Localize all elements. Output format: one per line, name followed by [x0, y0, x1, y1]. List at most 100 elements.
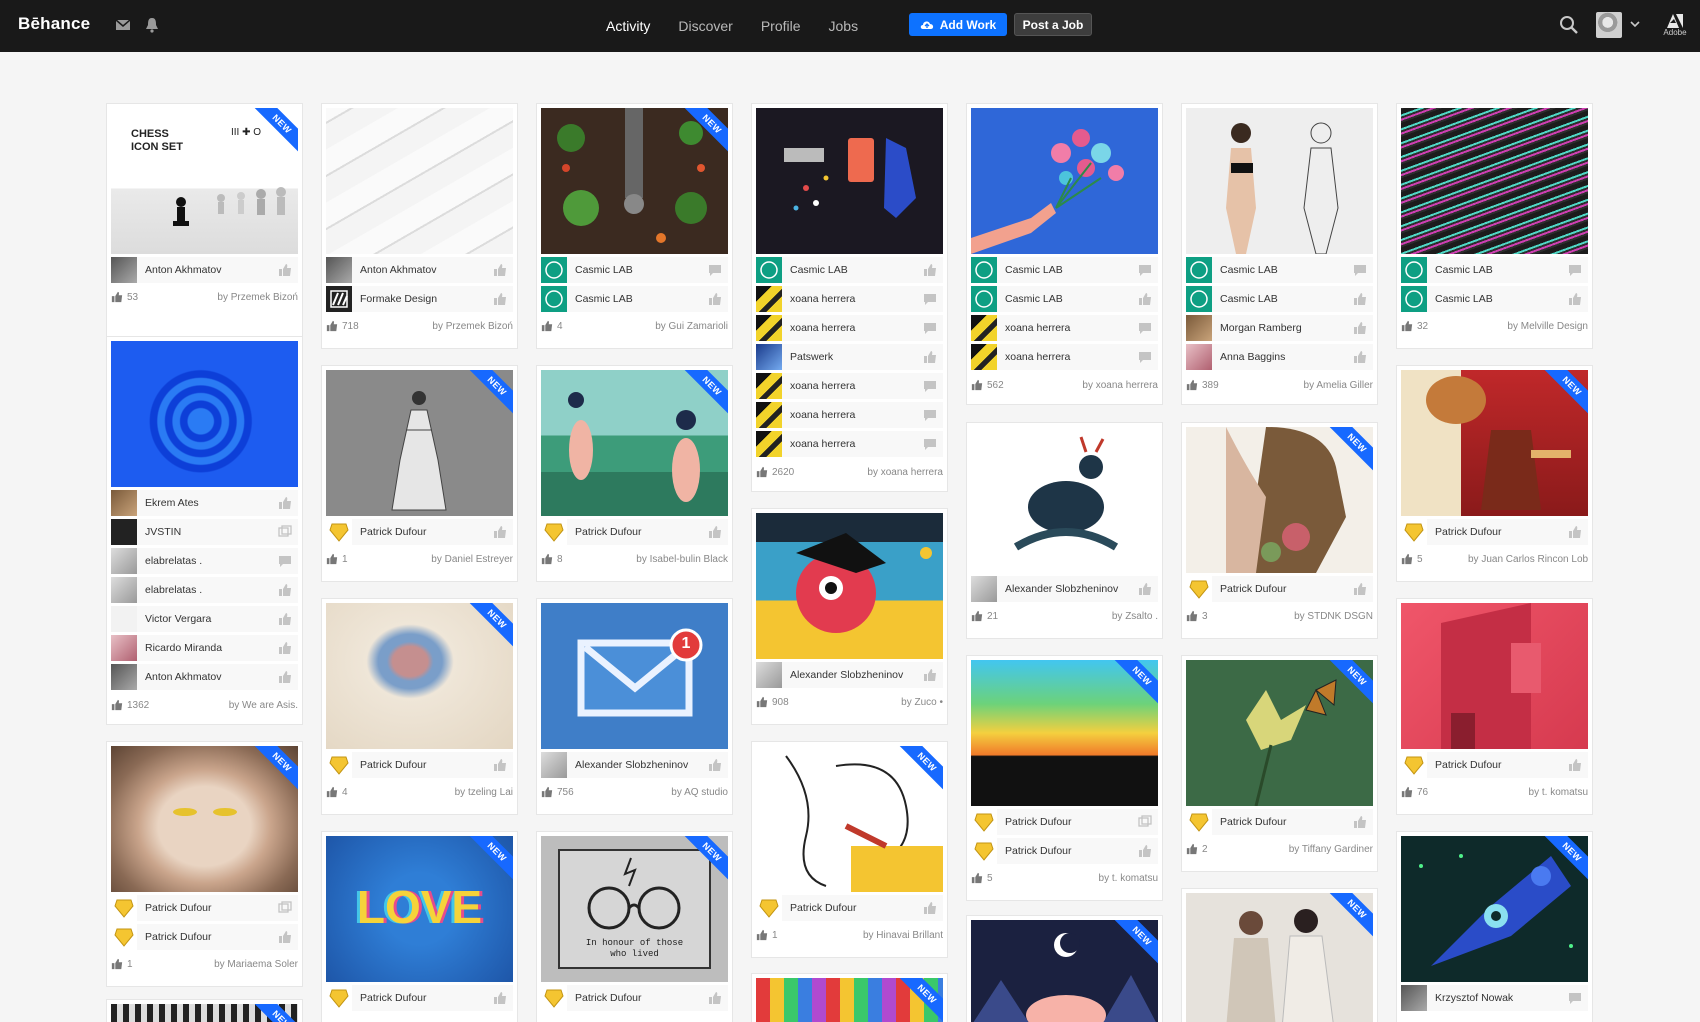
feed-activity-row[interactable]: xoana herrera: [971, 315, 1158, 341]
project-card[interactable]: NEW Krzysztof Nowak: [1397, 832, 1592, 1022]
user-avatar[interactable]: [326, 519, 352, 545]
project-thumbnail[interactable]: [756, 513, 943, 659]
project-owner[interactable]: by Zsalto .: [1112, 611, 1158, 622]
user-name[interactable]: Alexander Slobzheninov: [1005, 583, 1138, 595]
user-avatar[interactable]: [111, 635, 137, 661]
user-avatar[interactable]: [756, 286, 782, 312]
project-card[interactable]: NEW: [107, 1000, 302, 1022]
user-name[interactable]: Patrick Dufour: [575, 992, 708, 1004]
user-avatar[interactable]: [111, 490, 137, 516]
project-thumbnail[interactable]: [971, 108, 1158, 254]
feed-activity-row[interactable]: Patrick Dufour: [541, 985, 728, 1011]
thumbs-up-icon[interactable]: [493, 292, 507, 306]
project-owner[interactable]: by Amelia Giller: [1304, 380, 1373, 391]
user-name[interactable]: xoana herrera: [790, 409, 923, 421]
project-thumbnail[interactable]: NEW: [111, 1004, 298, 1022]
user-name[interactable]: Patrick Dufour: [1435, 759, 1568, 771]
feed-activity-row[interactable]: Victor Vergara: [111, 606, 298, 632]
feed-activity-row[interactable]: Casmic LAB: [541, 257, 728, 283]
project-card[interactable]: NEW Patrick Dufour Patrick Dufour 5 by t.…: [967, 656, 1162, 900]
user-avatar[interactable]: [756, 895, 782, 921]
post-job-button[interactable]: Post a Job: [1014, 13, 1092, 36]
comment-icon[interactable]: [278, 554, 292, 568]
project-card[interactable]: Alexander Slobzheninov 908 by Zuco •: [752, 509, 947, 724]
project-thumbnail[interactable]: In honour of those who lived NEW: [541, 836, 728, 982]
user-name[interactable]: Patrick Dufour: [1220, 816, 1353, 828]
feed-activity-row[interactable]: Morgan Ramberg: [1186, 315, 1373, 341]
project-card[interactable]: NEW Patrick Dufour 8 by Isabel-bulin Blac…: [537, 366, 732, 581]
feed-activity-row[interactable]: Casmic LAB: [756, 257, 943, 283]
project-card[interactable]: NEW Patrick Dufour 1 by Hinavai Brillant: [752, 742, 947, 957]
user-name[interactable]: Patrick Dufour: [145, 902, 278, 914]
feed-activity-row[interactable]: Ricardo Miranda: [111, 635, 298, 661]
project-owner[interactable]: by AQ studio: [671, 787, 728, 798]
user-avatar[interactable]: [111, 895, 137, 921]
user-name[interactable]: Casmic LAB: [1220, 293, 1353, 305]
user-avatar[interactable]: [1186, 257, 1212, 283]
thumbs-up-icon[interactable]: [278, 612, 292, 626]
thumbs-up-icon[interactable]: [1568, 525, 1582, 539]
project-card[interactable]: NEW Patrick Dufour 1 by Daniel Estreyer: [322, 366, 517, 581]
project-owner[interactable]: by t. komatsu: [1529, 787, 1588, 798]
user-name[interactable]: xoana herrera: [790, 380, 923, 392]
user-avatar[interactable]: [326, 286, 352, 312]
user-name[interactable]: Formake Design: [360, 293, 493, 305]
user-name[interactable]: Morgan Ramberg: [1220, 322, 1353, 334]
chevron-down-icon[interactable]: [1628, 17, 1642, 31]
project-thumbnail[interactable]: NEW: [971, 660, 1158, 806]
project-card[interactable]: CHESS ICON SET III ✚ O NEW Anton Akhmato…: [107, 104, 302, 348]
user-avatar[interactable]: [1186, 809, 1212, 835]
project-thumbnail[interactable]: [111, 341, 298, 487]
user-avatar[interactable]: [111, 548, 137, 574]
feed-activity-row[interactable]: elabrelatas .: [111, 548, 298, 574]
user-name[interactable]: Alexander Slobzheninov: [575, 759, 708, 771]
project-thumbnail[interactable]: NEW: [111, 746, 298, 892]
user-avatar[interactable]: [756, 431, 782, 457]
project-owner[interactable]: by Zuco •: [901, 697, 943, 708]
user-avatar[interactable]: [541, 286, 567, 312]
user-avatar[interactable]: [756, 402, 782, 428]
feed-activity-row[interactable]: Patrick Dufour: [971, 809, 1158, 835]
user-name[interactable]: Victor Vergara: [145, 613, 278, 625]
user-name[interactable]: Patrick Dufour: [1435, 526, 1568, 538]
project-card[interactable]: NEW Casmic LAB Casmic LAB 4 by Gui Zamari…: [537, 104, 732, 348]
feed-activity-row[interactable]: Alexander Slobzheninov: [541, 752, 728, 778]
thumbs-up-icon[interactable]: [278, 583, 292, 597]
feed-activity-row[interactable]: Casmic LAB: [1401, 257, 1588, 283]
user-name[interactable]: Krzysztof Nowak: [1435, 992, 1568, 1004]
project-thumbnail[interactable]: NEW: [756, 746, 943, 892]
user-avatar[interactable]: [971, 838, 997, 864]
feed-activity-row[interactable]: xoana herrera: [971, 344, 1158, 370]
thumbs-up-icon[interactable]: [278, 641, 292, 655]
user-name[interactable]: Alexander Slobzheninov: [790, 669, 923, 681]
feed-activity-row[interactable]: Ekrem Ates: [111, 490, 298, 516]
user-name[interactable]: Patrick Dufour: [1220, 583, 1353, 595]
user-avatar[interactable]: [541, 257, 567, 283]
user-name[interactable]: Anna Baggins: [1220, 351, 1353, 363]
feed-activity-row[interactable]: Anna Baggins: [1186, 344, 1373, 370]
user-avatar[interactable]: [1401, 519, 1427, 545]
search-icon[interactable]: [1558, 14, 1580, 36]
thumbs-up-icon[interactable]: [1138, 292, 1152, 306]
project-card[interactable]: NEW Patrick Dufour 2 by Tiffany Gardiner: [1182, 656, 1377, 871]
thumbs-up-icon[interactable]: [493, 991, 507, 1005]
feed-activity-row[interactable]: Patrick Dufour: [326, 519, 513, 545]
project-card[interactable]: NEW: [752, 974, 947, 1022]
thumbs-up-icon[interactable]: [708, 525, 722, 539]
nav-profile[interactable]: Profile: [761, 18, 801, 34]
comment-icon[interactable]: [708, 263, 722, 277]
user-avatar[interactable]: [541, 985, 567, 1011]
user-avatar[interactable]: [111, 577, 137, 603]
project-owner[interactable]: by xoana herrera: [1082, 380, 1158, 391]
user-avatar[interactable]: [1186, 286, 1212, 312]
thumbs-up-icon[interactable]: [1568, 758, 1582, 772]
user-name[interactable]: Patrick Dufour: [360, 992, 493, 1004]
feed-activity-row[interactable]: xoana herrera: [756, 286, 943, 312]
project-owner[interactable]: by Juan Carlos Rincon Lobo: [1468, 554, 1588, 565]
project-thumbnail[interactable]: [1401, 108, 1588, 254]
user-name[interactable]: Casmic LAB: [1005, 264, 1138, 276]
project-thumbnail[interactable]: NEW: [326, 370, 513, 516]
project-owner[interactable]: by tzeling Lai: [455, 787, 513, 798]
user-avatar[interactable]: [1401, 286, 1427, 312]
project-owner[interactable]: by xoana herrera: [867, 467, 943, 478]
